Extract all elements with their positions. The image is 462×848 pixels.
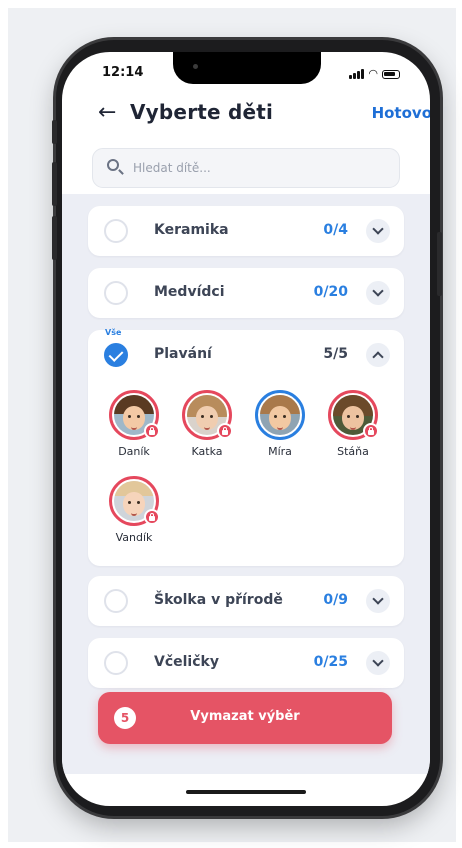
clear-selection-label: Vymazat výběr	[190, 709, 300, 724]
child-item-katka[interactable]: Katka	[172, 390, 242, 458]
group-name: Keramika	[154, 222, 229, 238]
signal-icon	[349, 69, 365, 79]
child-item-danik[interactable]: Daník	[99, 390, 169, 458]
child-name: Stáňa	[337, 445, 369, 458]
clear-selection-button[interactable]: 5 Vymazat výběr	[98, 692, 392, 744]
phone-volume-up	[52, 162, 57, 206]
phone-volume-down	[52, 216, 57, 260]
select-all-label: Vše	[105, 328, 122, 337]
avatar	[182, 390, 233, 440]
status-icons: ◠	[349, 68, 400, 79]
group-checkbox-checked[interactable]	[104, 343, 128, 367]
group-checkbox[interactable]	[104, 281, 128, 305]
search-box[interactable]	[92, 148, 400, 188]
page-title: Vyberte děti	[130, 100, 274, 124]
battery-icon	[382, 70, 400, 79]
group-count: 0/4	[323, 222, 348, 238]
phone-power-button	[437, 232, 442, 296]
lock-icon	[144, 509, 160, 525]
child-name: Vandík	[115, 531, 153, 544]
notch	[173, 52, 321, 84]
child-name: Katka	[191, 445, 223, 458]
search-input[interactable]	[131, 149, 385, 187]
avatar	[109, 476, 160, 526]
done-button[interactable]: Hotovo	[372, 104, 430, 122]
group-checkbox[interactable]	[104, 589, 128, 613]
wifi-icon: ◠	[368, 67, 378, 80]
child-item-mira[interactable]: Míra	[245, 390, 315, 458]
group-name: Včeličky	[154, 654, 219, 670]
status-time: 12:14	[102, 65, 144, 80]
group-name: Plavání	[154, 346, 212, 362]
group-card-keramika[interactable]: Keramika 0/4	[88, 206, 404, 256]
avatar	[109, 390, 160, 440]
avatar	[328, 390, 379, 440]
group-name: Školka v přírodě	[154, 592, 283, 608]
child-name: Míra	[268, 445, 292, 458]
home-indicator	[186, 790, 306, 794]
chevron-down-icon[interactable]	[366, 281, 390, 305]
group-checkbox[interactable]	[104, 651, 128, 675]
back-arrow-icon[interactable]: ←	[98, 100, 116, 125]
child-item-vandik[interactable]: Vandík	[99, 476, 169, 544]
child-item-stana[interactable]: Stáňa	[318, 390, 388, 458]
lock-icon	[217, 423, 233, 439]
lock-icon	[363, 423, 379, 439]
phone-side-button	[52, 120, 57, 144]
group-list: Keramika 0/4 Medvídci 0/20 Vše Plavání 5…	[62, 194, 430, 774]
child-name: Daník	[118, 445, 150, 458]
chevron-down-icon[interactable]	[366, 651, 390, 675]
group-card-medvidci[interactable]: Medvídci 0/20	[88, 268, 404, 318]
group-count: 5/5	[323, 346, 348, 362]
lock-icon	[144, 423, 160, 439]
chevron-up-icon[interactable]	[366, 343, 390, 367]
search-icon	[107, 159, 119, 171]
group-checkbox[interactable]	[104, 219, 128, 243]
chevron-down-icon[interactable]	[366, 219, 390, 243]
group-count: 0/9	[323, 592, 348, 608]
chevron-down-icon[interactable]	[366, 589, 390, 613]
group-name: Medvídci	[154, 284, 225, 300]
group-card-skolka-v-prirode[interactable]: Školka v přírodě 0/9	[88, 576, 404, 626]
group-card-plavani[interactable]: Vše Plavání 5/5 Daník Katka Míra Stáňa V…	[88, 328, 404, 566]
header: ← Vyberte děti Hotovo	[62, 96, 430, 136]
group-count: 0/25	[313, 654, 348, 670]
avatar	[255, 390, 305, 440]
group-count: 0/20	[313, 284, 348, 300]
app-screen: 12:14 ◠ ← Vyberte děti Hotovo Keramika 0…	[62, 52, 430, 806]
group-card-vcelicky[interactable]: Včeličky 0/25	[88, 638, 404, 688]
